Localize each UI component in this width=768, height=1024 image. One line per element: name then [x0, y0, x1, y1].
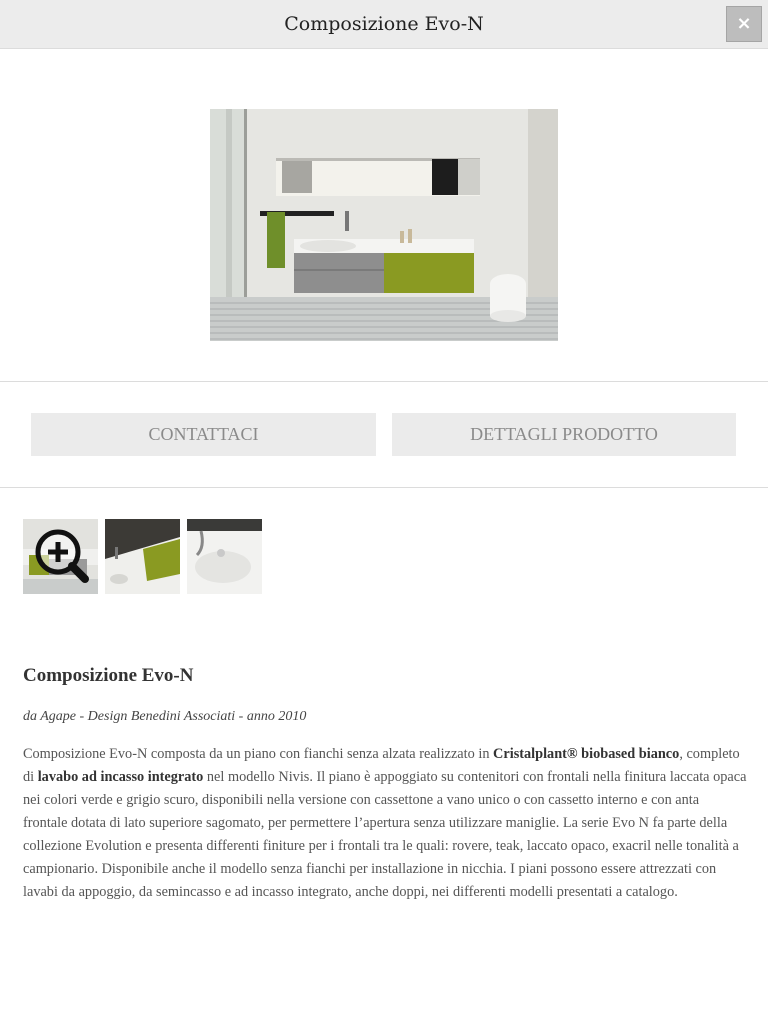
description-text: nel modello Nivis. Il piano è appoggiato…: [23, 769, 747, 900]
product-description: Composizione Evo-N composta da un piano …: [23, 743, 747, 904]
description-highlight-material: Cristalplant® biobased bianco: [493, 746, 680, 762]
contact-button[interactable]: CONTATTACI: [31, 413, 376, 456]
product-details-button[interactable]: DETTAGLI PRODOTTO: [392, 413, 736, 456]
thumbnail-1[interactable]: [23, 519, 98, 594]
product-subtitle: da Agape - Design Benedini Associati - a…: [23, 709, 307, 724]
product-main-image: [210, 109, 558, 341]
description-text: Composizione Evo-N composta da un piano …: [23, 746, 494, 762]
thumbnail-3[interactable]: [187, 519, 262, 594]
zoom-in-icon: [35, 529, 89, 583]
product-title: Composizione Evo-N: [23, 665, 194, 686]
divider-top: [0, 381, 768, 382]
description-highlight-sink: lavabo ad incasso integrato: [37, 769, 204, 785]
divider-bottom: [0, 487, 768, 488]
modal-header: Composizione Evo-N ×: [0, 0, 768, 49]
close-button[interactable]: ×: [726, 6, 762, 42]
modal-title: Composizione Evo-N: [284, 13, 484, 35]
bathroom-vanity-photo: [210, 109, 558, 341]
thumbnail-2[interactable]: [105, 519, 180, 594]
